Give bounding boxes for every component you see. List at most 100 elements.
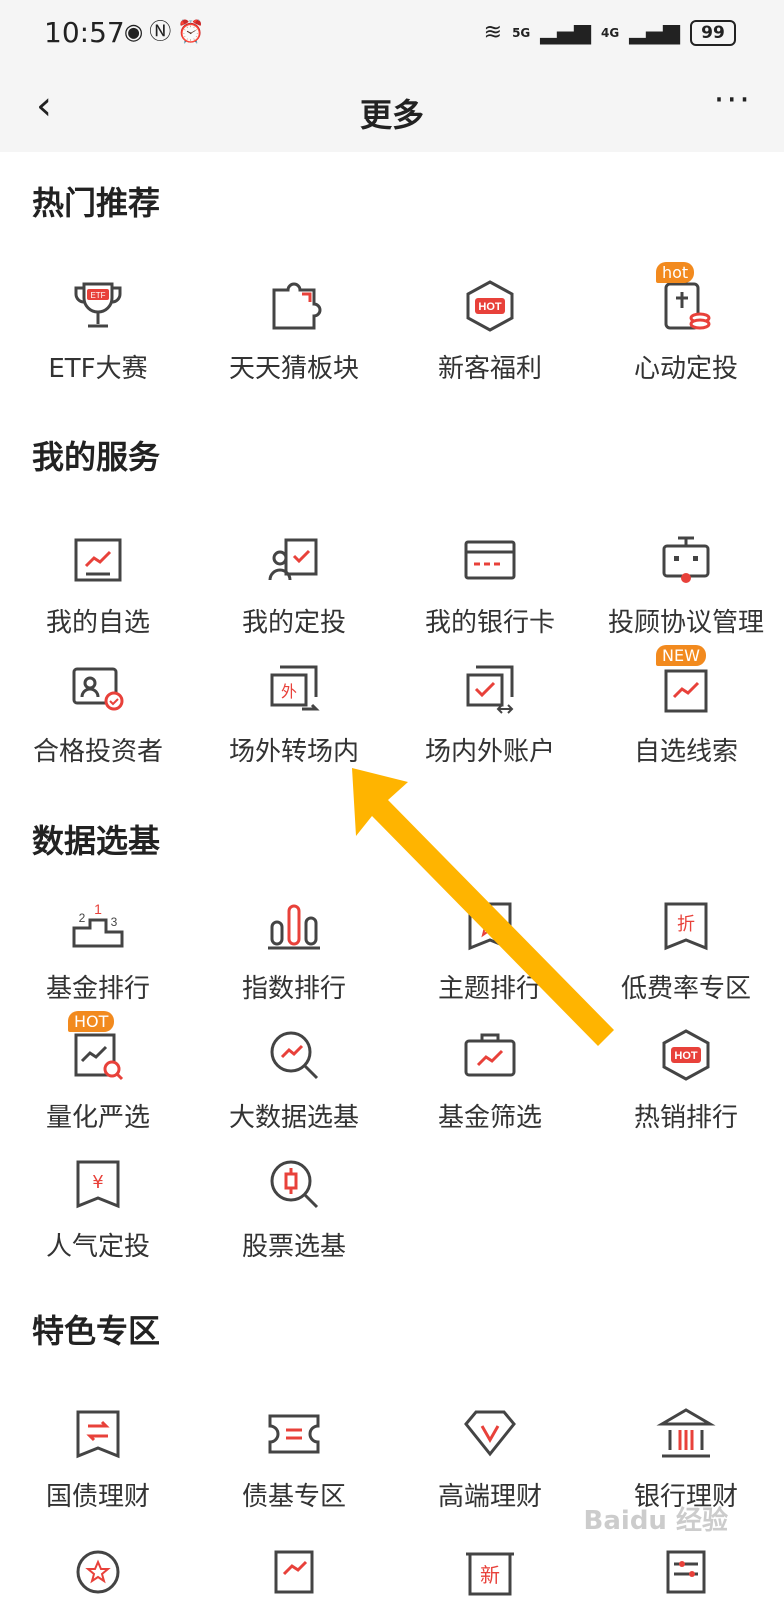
svg-text:HOT: HOT xyxy=(674,1050,698,1062)
bank-building-icon xyxy=(656,1404,716,1464)
menu-item[interactable]: 外场外转场内 xyxy=(196,659,392,768)
menu-item-label: 基金筛选 xyxy=(437,1103,542,1133)
menu-item-label: 低费率专区 xyxy=(620,974,751,1004)
menu-item[interactable] xyxy=(588,1538,784,1598)
menu-item-label: 高端理财 xyxy=(437,1482,542,1512)
ticket-icon xyxy=(264,1404,324,1464)
menu-item[interactable]: 我的自选 xyxy=(0,530,196,639)
menu-item[interactable]: 投顾协议管理 xyxy=(588,530,784,639)
magnifier-candle-icon xyxy=(264,1154,324,1214)
discount-ribbon-icon: 折 xyxy=(656,896,716,956)
menu-item-label: 指数排行 xyxy=(241,974,346,1004)
menu-item-label: 我的银行卡 xyxy=(424,608,555,638)
menu-item[interactable]: 国债理财 xyxy=(0,1404,196,1513)
menu-item[interactable]: 指数排行 xyxy=(196,896,392,1005)
menu-item-label: 国债理财 xyxy=(45,1482,150,1512)
new-sign-icon: 新 xyxy=(460,1538,520,1598)
nav-bar: ‹ 更多 ··· xyxy=(0,66,784,152)
svg-text:2: 2 xyxy=(79,911,86,925)
signal-4g-label: 4G xyxy=(601,26,620,40)
svg-text:3: 3 xyxy=(111,915,118,929)
menu-item-label: 合格投资者 xyxy=(32,737,163,767)
menu-item-label: 投顾协议管理 xyxy=(607,608,764,638)
section-title: 数据选基 xyxy=(32,822,161,860)
tablet-coins-icon: hot xyxy=(656,262,716,336)
menu-item[interactable]: 银行理财 xyxy=(588,1404,784,1513)
menu-item-label: 我的自选 xyxy=(45,608,150,638)
menu-item[interactable]: hot 心动定投 xyxy=(588,262,784,385)
star-circle-icon xyxy=(68,1538,128,1598)
diamond-v-icon xyxy=(460,1404,520,1464)
watermark: Baidu 经验 xyxy=(583,1506,728,1536)
robot-icon xyxy=(656,530,716,590)
account-switch-icon xyxy=(460,659,520,719)
menu-item-label: 新客福利 xyxy=(437,354,542,384)
menu-item[interactable]: 我的定投 xyxy=(196,530,392,639)
svg-text:1: 1 xyxy=(94,901,102,917)
qq-icon: ◉ xyxy=(124,20,144,45)
chart-board-icon xyxy=(68,530,128,590)
menu-item[interactable] xyxy=(196,1538,392,1598)
menu-item[interactable]: 合格投资者 xyxy=(0,659,196,768)
item-badge: hot xyxy=(656,262,695,283)
certified-id-icon xyxy=(68,659,128,719)
menu-item[interactable]: 折低费率专区 xyxy=(588,896,784,1005)
menu-item-label: 债基专区 xyxy=(241,1482,346,1512)
menu-item[interactable]: NEW 自选线索 xyxy=(588,645,784,768)
nfc-icon: Ⓝ xyxy=(149,20,172,45)
menu-item[interactable]: 场内外账户 xyxy=(392,659,588,768)
svg-text:折: 折 xyxy=(677,914,695,935)
svg-text:ETF: ETF xyxy=(90,291,105,300)
section-title: 特色专区 xyxy=(32,1312,161,1350)
menu-item[interactable]: 我的银行卡 xyxy=(392,530,588,639)
menu-item-label: 心动定投 xyxy=(633,354,738,384)
alarm-icon: ⏰ xyxy=(177,20,205,45)
menu-item[interactable]: 新 xyxy=(392,1538,588,1598)
menu-item[interactable] xyxy=(0,1538,196,1598)
menu-item[interactable]: 股票选基 xyxy=(196,1154,392,1263)
menu-item-label: 我的定投 xyxy=(241,608,346,638)
svg-text:¥: ¥ xyxy=(92,1172,103,1193)
yen-ribbon-icon: ¥ xyxy=(68,1154,128,1214)
svg-text:HOT: HOT xyxy=(478,301,502,313)
trophy-etf-icon: ETF xyxy=(68,276,128,336)
menu-item[interactable]: HOT 热销排行 xyxy=(588,1025,784,1134)
bars-icon xyxy=(264,896,324,956)
status-bar: 10:57 ◉ Ⓝ ⏰ ≋ 5G ▂▄▆ 4G ▂▄▆ 99 xyxy=(0,0,784,66)
hot-hexagon-icon: HOT xyxy=(460,276,520,336)
menu-item-label: 大数据选基 xyxy=(228,1103,359,1133)
menu-item[interactable]: 1 2 3 基金排行 xyxy=(0,896,196,1005)
more-options-icon[interactable]: ··· xyxy=(714,80,752,120)
menu-item[interactable]: 天天猜板块 xyxy=(196,276,392,385)
item-badge: NEW xyxy=(656,645,706,666)
user-calendar-icon xyxy=(264,530,324,590)
podium-icon: 12 3 xyxy=(68,896,128,956)
menu-item[interactable]: HOT 量化严选 xyxy=(0,1011,196,1134)
wifi-icon: ≋ xyxy=(483,20,503,45)
section-title: 我的服务 xyxy=(32,438,161,476)
bank-card-icon xyxy=(460,530,520,590)
menu-item[interactable]: ETF ETF大赛 xyxy=(0,276,196,385)
menu-item[interactable]: 主题排行 xyxy=(392,896,588,1005)
menu-item[interactable]: 基金筛选 xyxy=(392,1025,588,1134)
status-system-icons: ≋ 5G ▂▄▆ 4G ▂▄▆ 99 xyxy=(484,18,736,48)
puzzle-icon xyxy=(264,276,324,336)
list-settings-icon xyxy=(656,1538,716,1598)
menu-item[interactable]: 高端理财 xyxy=(392,1404,588,1513)
menu-item[interactable]: 大数据选基 xyxy=(196,1025,392,1134)
menu-item[interactable]: ¥ 人气定投 xyxy=(0,1154,196,1263)
menu-item[interactable]: 债基专区 xyxy=(196,1404,392,1513)
svg-text:新: 新 xyxy=(480,1563,500,1587)
page-title: 更多 xyxy=(359,96,424,134)
menu-item-label: 人气定投 xyxy=(45,1232,150,1262)
status-time: 10:57 xyxy=(44,16,125,49)
menu-item[interactable]: HOT 新客福利 xyxy=(392,276,588,385)
menu-item-label: 热销排行 xyxy=(633,1103,738,1133)
menu-item-label: 主题排行 xyxy=(437,974,542,1004)
battery-icon: 99 xyxy=(690,20,736,46)
signal-5g-label: 5G xyxy=(512,26,531,40)
star-ribbon-icon xyxy=(460,896,520,956)
item-badge: HOT xyxy=(68,1011,115,1032)
menu-item-label: ETF大赛 xyxy=(48,354,148,384)
menu-item-label: 场外转场内 xyxy=(228,737,359,767)
